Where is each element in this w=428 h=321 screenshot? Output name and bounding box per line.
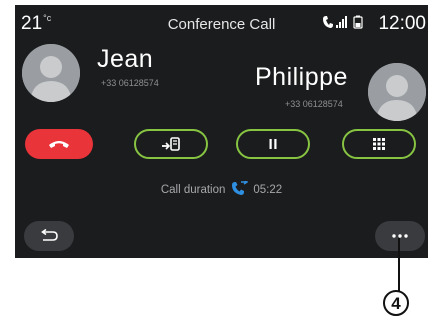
person-icon	[22, 44, 80, 102]
keypad-button[interactable]	[342, 129, 416, 159]
participant-avatar	[368, 63, 426, 121]
more-options-button[interactable]	[375, 221, 425, 251]
participant-number: +33 06128574	[285, 99, 343, 109]
participant-avatar	[22, 44, 80, 102]
end-call-icon	[49, 141, 69, 148]
callout-number: 4	[383, 290, 409, 316]
keypad-icon	[373, 138, 385, 150]
transfer-to-phone-button[interactable]	[134, 129, 208, 159]
call-duration-label: Call duration	[160, 184, 226, 196]
participant-number: +33 06128574	[101, 78, 159, 88]
bluetooth-phone-icon	[323, 16, 333, 28]
status-icons	[321, 14, 367, 32]
call-duration-row: Call duration 05:22	[15, 179, 428, 196]
hold-button[interactable]	[236, 129, 310, 159]
participant-name: Philippe	[255, 63, 348, 91]
multimedia-screen: 21°c Conference Call 12:00 Jean +33 0612…	[15, 5, 428, 258]
transfer-to-phone-icon	[162, 137, 180, 151]
status-bar: 21°c Conference Call 12:00	[15, 5, 428, 41]
back-button[interactable]	[24, 221, 74, 251]
signal-icon	[336, 16, 347, 28]
back-icon	[41, 229, 58, 241]
participant-name: Jean	[97, 45, 154, 73]
call-duration-value: 05:22	[253, 184, 283, 196]
clock: 12:00	[378, 13, 426, 34]
callout-line	[398, 238, 400, 296]
end-call-button[interactable]	[25, 129, 93, 159]
more-options-icon	[392, 234, 408, 238]
active-call-icon	[232, 179, 249, 195]
pause-icon	[269, 139, 277, 149]
person-icon	[368, 63, 426, 121]
battery-icon	[353, 15, 363, 29]
